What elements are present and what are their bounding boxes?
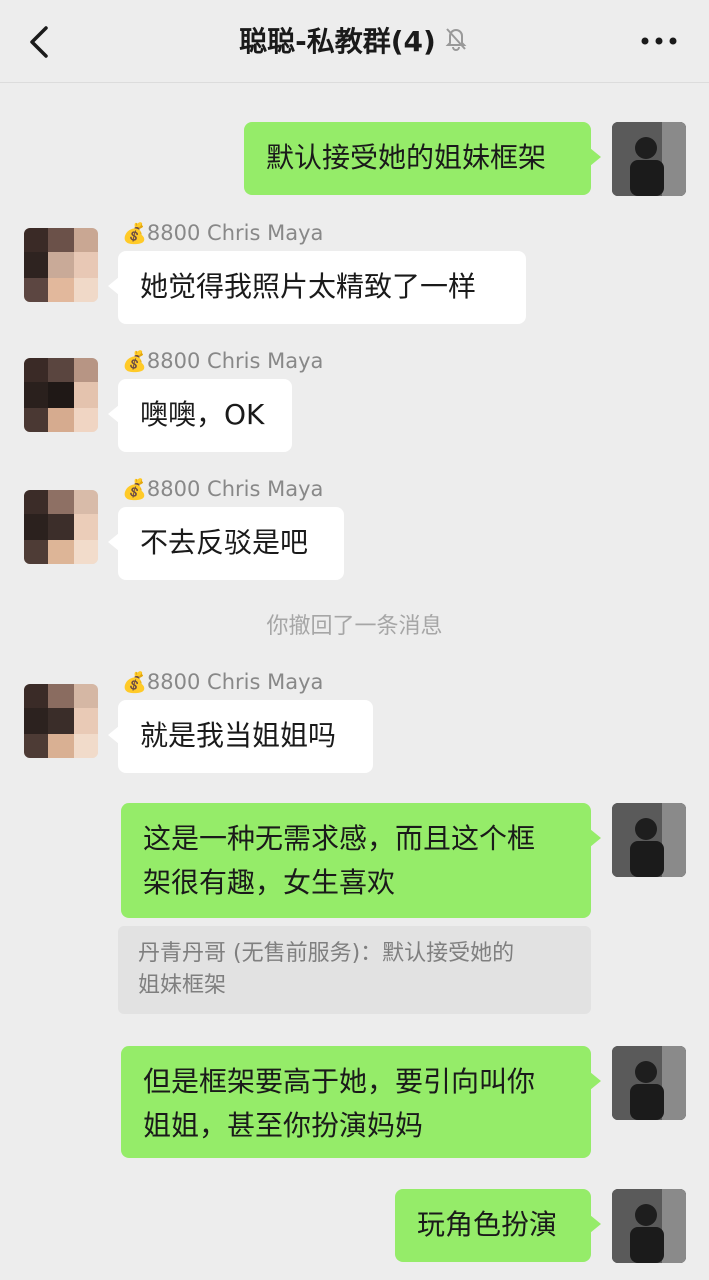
quote-text-line: 姐妹框架 — [138, 973, 227, 998]
message-bubble-self[interactable]: 但是框架要高于她，要引向叫你 姐姐，甚至你扮演妈妈 — [121, 1046, 601, 1158]
message-text: 玩角色扮演 — [417, 1208, 558, 1241]
more-options-button[interactable] — [639, 26, 679, 56]
quote-text-line: 丹青丹哥 (无售前服务)：默认接受她的 — [138, 941, 515, 966]
message-text-line: 姐姐，甚至你扮演妈妈 — [143, 1109, 424, 1142]
contact-avatar[interactable] — [24, 358, 98, 432]
message-bubble-other[interactable]: 她觉得我照片太精致了一样 — [108, 251, 526, 324]
chat-header: 聪聪-私教群(4) — [0, 0, 709, 83]
recall-notice: 你撤回了一条消息 — [266, 614, 443, 639]
sender-name: 💰8800 Chris Maya — [122, 221, 324, 245]
my-avatar[interactable] — [612, 803, 686, 877]
message-bubble-self[interactable]: 玩角色扮演 — [395, 1189, 601, 1262]
message-text-line: 这是一种无需求感，而且这个框 — [143, 822, 536, 855]
my-avatar[interactable] — [612, 122, 686, 196]
message-bubble-other[interactable]: 不去反驳是吧 — [108, 507, 344, 580]
chat-title: 聪聪-私教群(4) — [239, 25, 436, 58]
sender-name: 💰8800 Chris Maya — [122, 670, 324, 694]
money-bag-icon: 💰 — [122, 670, 147, 694]
contact-avatar[interactable] — [24, 228, 98, 302]
money-bag-icon: 💰 — [122, 221, 147, 245]
message-text: 就是我当姐姐吗 — [140, 719, 337, 752]
sender-name: 💰8800 Chris Maya — [122, 349, 324, 373]
message-text-line: 架很有趣，女生喜欢 — [143, 866, 396, 899]
quoted-message[interactable]: 丹青丹哥 (无售前服务)：默认接受她的 姐妹框架 — [118, 926, 591, 1014]
message-text: 默认接受她的姐妹框架 — [266, 141, 547, 174]
message-bubble-self[interactable]: 默认接受她的姐妹框架 — [244, 122, 601, 195]
sender-name: 💰8800 Chris Maya — [122, 477, 324, 501]
ellipsis-icon — [641, 37, 677, 45]
my-avatar[interactable] — [612, 1046, 686, 1120]
chat-title-wrap: 聪聪-私教群(4) — [0, 22, 709, 62]
message-text: 不去反驳是吧 — [140, 526, 309, 559]
money-bag-icon: 💰 — [122, 349, 147, 373]
message-text: 噢噢，OK — [140, 398, 265, 431]
message-bubble-other[interactable]: 就是我当姐姐吗 — [108, 700, 373, 773]
contact-avatar[interactable] — [24, 684, 98, 758]
contact-avatar[interactable] — [24, 490, 98, 564]
message-text-line: 但是框架要高于她，要引向叫你 — [143, 1065, 536, 1098]
money-bag-icon: 💰 — [122, 477, 147, 501]
bell-slash-icon — [442, 23, 470, 63]
message-bubble-other[interactable]: 噢噢，OK — [108, 379, 292, 452]
message-bubble-self[interactable]: 这是一种无需求感，而且这个框 架很有趣，女生喜欢 — [121, 803, 601, 918]
message-text: 她觉得我照片太精致了一样 — [140, 270, 477, 303]
my-avatar[interactable] — [612, 1189, 686, 1263]
